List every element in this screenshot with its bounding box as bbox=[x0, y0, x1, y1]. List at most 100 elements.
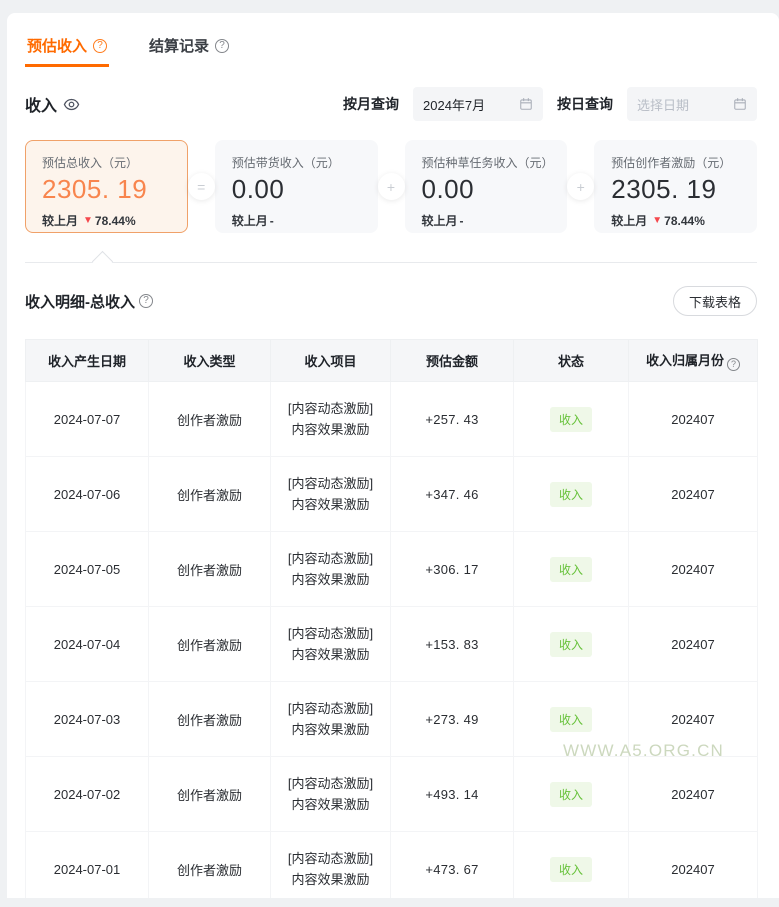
day-picker-input[interactable]: 选择日期 bbox=[627, 87, 757, 121]
status-badge: 收入 bbox=[550, 707, 592, 732]
cell-status: 收入 bbox=[514, 457, 629, 532]
tab-estimated-income[interactable]: 预估收入 ? bbox=[25, 35, 109, 67]
table-header-row: 收入产生日期 收入类型 收入项目 预估金额 状态 收入归属月份? bbox=[26, 340, 758, 382]
col-header-status: 状态 bbox=[514, 340, 629, 382]
summary-card[interactable]: 预估种草任务收入（元） 0.00 较上月 ▼ - bbox=[405, 140, 568, 233]
cell-month: 202407 bbox=[629, 457, 758, 532]
cell-date: 2024-07-07 bbox=[26, 382, 149, 457]
tab-bar: 预估收入 ? 结算记录 ? bbox=[25, 35, 757, 67]
down-triangle-icon: ▼ bbox=[652, 215, 662, 226]
table-row: 2024-07-04 创作者激励 [内容动态激励] 内容效果激励 +153. 8… bbox=[26, 607, 758, 682]
table-row: 2024-07-06 创作者激励 [内容动态激励] 内容效果激励 +347. 4… bbox=[26, 457, 758, 532]
cell-month: 202407 bbox=[629, 832, 758, 899]
summary-card-footer-label: 较上月 bbox=[422, 212, 458, 229]
cell-status: 收入 bbox=[514, 757, 629, 832]
summary-card-footer: 较上月 ▼ 78.44% bbox=[611, 212, 740, 229]
summary-card-value: 2305. 19 bbox=[42, 174, 171, 205]
status-badge: 收入 bbox=[550, 632, 592, 657]
summary-card-label: 预估创作者激励（元） bbox=[611, 154, 740, 171]
detail-section-title: 收入明细-总收入 ? bbox=[25, 291, 153, 312]
cell-month: 202407 bbox=[629, 682, 758, 757]
equals-operator-icon: = bbox=[188, 173, 215, 200]
help-icon[interactable]: ? bbox=[139, 294, 153, 308]
status-badge: 收入 bbox=[550, 857, 592, 882]
cell-project: [内容动态激励] 内容效果激励 bbox=[271, 532, 391, 607]
download-table-button[interactable]: 下载表格 bbox=[673, 286, 757, 316]
cell-status: 收入 bbox=[514, 607, 629, 682]
cell-type: 创作者激励 bbox=[149, 832, 271, 899]
day-query-label: 按日查询 bbox=[557, 94, 613, 114]
cell-status: 收入 bbox=[514, 382, 629, 457]
cell-date: 2024-07-05 bbox=[26, 532, 149, 607]
help-icon[interactable]: ? bbox=[215, 39, 229, 53]
table-row: 2024-07-03 创作者激励 [内容动态激励] 内容效果激励 +273. 4… bbox=[26, 682, 758, 757]
income-title: 收入 bbox=[25, 92, 80, 116]
summary-card-change: - bbox=[460, 214, 464, 228]
cell-project: [内容动态激励] 内容效果激励 bbox=[271, 457, 391, 532]
cell-type: 创作者激励 bbox=[149, 682, 271, 757]
col-header-type: 收入类型 bbox=[149, 340, 271, 382]
cell-type: 创作者激励 bbox=[149, 757, 271, 832]
month-picker-input[interactable]: 2024年7月 bbox=[413, 87, 543, 121]
calendar-icon bbox=[733, 97, 747, 111]
selected-card-caret-icon bbox=[92, 251, 113, 272]
col-header-project: 收入项目 bbox=[271, 340, 391, 382]
summary-card-change: 78.44% bbox=[664, 214, 705, 228]
summary-card-label: 预估种草任务收入（元） bbox=[422, 154, 551, 171]
cell-month: 202407 bbox=[629, 757, 758, 832]
month-picker-value: 2024年7月 bbox=[423, 95, 485, 114]
col-header-amount: 预估金额 bbox=[391, 340, 514, 382]
detail-section-title-label: 收入明细-总收入 bbox=[25, 291, 135, 312]
cell-amount: +473. 67 bbox=[391, 832, 514, 899]
plus-operator-icon: + bbox=[567, 173, 594, 200]
summary-card-change: - bbox=[270, 214, 274, 228]
tab-settlement-records-label: 结算记录 bbox=[149, 35, 209, 56]
summary-card-value: 2305. 19 bbox=[611, 174, 740, 205]
summary-card[interactable]: 预估总收入（元） 2305. 19 较上月 ▼ 78.44% bbox=[25, 140, 188, 233]
filter-row: 收入 按月查询 2024年7月 按日查询 bbox=[25, 87, 757, 121]
help-icon[interactable]: ? bbox=[93, 39, 107, 53]
summary-card-footer-label: 较上月 bbox=[42, 212, 78, 229]
help-icon[interactable]: ? bbox=[727, 358, 740, 371]
day-picker-placeholder: 选择日期 bbox=[637, 95, 689, 114]
cell-month: 202407 bbox=[629, 382, 758, 457]
cell-date: 2024-07-03 bbox=[26, 682, 149, 757]
cell-type: 创作者激励 bbox=[149, 607, 271, 682]
summary-card-footer-label: 较上月 bbox=[232, 212, 268, 229]
table-row: 2024-07-05 创作者激励 [内容动态激励] 内容效果激励 +306. 1… bbox=[26, 532, 758, 607]
cell-amount: +347. 46 bbox=[391, 457, 514, 532]
cell-month: 202407 bbox=[629, 607, 758, 682]
detail-section-header: 收入明细-总收入 ? 下载表格 bbox=[25, 286, 757, 316]
cell-project: [内容动态激励] 内容效果激励 bbox=[271, 832, 391, 899]
income-title-label: 收入 bbox=[25, 92, 57, 116]
cell-date: 2024-07-04 bbox=[26, 607, 149, 682]
table-row: 2024-07-01 创作者激励 [内容动态激励] 内容效果激励 +473. 6… bbox=[26, 832, 758, 899]
summary-card-label: 预估总收入（元） bbox=[42, 154, 171, 171]
summary-card[interactable]: 预估创作者激励（元） 2305. 19 较上月 ▼ 78.44% bbox=[594, 140, 757, 233]
cell-type: 创作者激励 bbox=[149, 457, 271, 532]
cell-status: 收入 bbox=[514, 532, 629, 607]
cell-project: [内容动态激励] 内容效果激励 bbox=[271, 382, 391, 457]
table-row: 2024-07-02 创作者激励 [内容动态激励] 内容效果激励 +493. 1… bbox=[26, 757, 758, 832]
eye-icon[interactable] bbox=[63, 96, 80, 113]
cell-amount: +273. 49 bbox=[391, 682, 514, 757]
col-header-date: 收入产生日期 bbox=[26, 340, 149, 382]
summary-card-footer-label: 较上月 bbox=[611, 212, 647, 229]
cell-project: [内容动态激励] 内容效果激励 bbox=[271, 757, 391, 832]
down-triangle-icon: ▼ bbox=[83, 215, 93, 226]
cell-amount: +306. 17 bbox=[391, 532, 514, 607]
summary-card-footer: 较上月 ▼ - bbox=[422, 212, 551, 229]
income-panel: 预估收入 ? 结算记录 ? 收入 按月查询 2024年7月 bbox=[7, 13, 779, 898]
status-badge: 收入 bbox=[550, 482, 592, 507]
status-badge: 收入 bbox=[550, 782, 592, 807]
summary-card-footer: 较上月 ▼ - bbox=[232, 212, 361, 229]
summary-cards-row: 预估总收入（元） 2305. 19 较上月 ▼ 78.44% = 预估带货收入（… bbox=[25, 140, 757, 233]
cell-status: 收入 bbox=[514, 832, 629, 899]
summary-card[interactable]: 预估带货收入（元） 0.00 较上月 ▼ - bbox=[215, 140, 378, 233]
cell-month: 202407 bbox=[629, 532, 758, 607]
summary-card-change: 78.44% bbox=[95, 214, 136, 228]
cell-project: [内容动态激励] 内容效果激励 bbox=[271, 682, 391, 757]
table-row: 2024-07-07 创作者激励 [内容动态激励] 内容效果激励 +257. 4… bbox=[26, 382, 758, 457]
status-badge: 收入 bbox=[550, 557, 592, 582]
tab-settlement-records[interactable]: 结算记录 ? bbox=[147, 35, 231, 67]
